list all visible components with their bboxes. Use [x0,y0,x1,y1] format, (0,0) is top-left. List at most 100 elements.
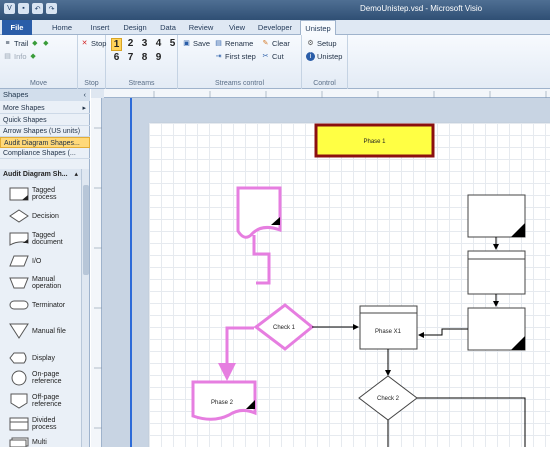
arrow-left-icon: ◆ [32,40,38,47]
tab-review[interactable]: Review [186,20,216,35]
tab-developer[interactable]: Developer [255,20,295,35]
shape-off-page-reference[interactable]: Off-page reference [0,391,81,411]
clear-button[interactable]: ✎ Clear [261,39,290,48]
check-2-decision[interactable]: Check 2 [358,375,418,421]
scissors-icon: ✂ [262,53,269,60]
shape-multi[interactable]: Multi [0,437,81,447]
check-1-decision[interactable]: Check 1 [253,303,315,351]
shape-tagged-process[interactable]: Tagged process [0,184,81,204]
first-step-button[interactable]: ⇥ First step [214,52,256,61]
connector-check2-right[interactable] [417,397,526,447]
stencil-audit-diagram[interactable]: Audit Diagram Shapes... [0,137,90,148]
stream-3-button[interactable]: 3 [139,38,150,49]
stencil-quick-shapes[interactable]: Quick Shapes [0,115,90,126]
first-step-icon: ⇥ [215,53,222,60]
stop-icon: ✕ [81,40,88,47]
tab-unistep[interactable]: Unistep [300,20,336,36]
io-icon [9,255,29,267]
shapes-pane: Shapes ‹ More Shapes ▸ Quick Shapes Arro… [0,89,90,447]
connector-check1-to-phase2[interactable] [218,326,254,381]
decision-icon [9,209,29,223]
shape-divided-process[interactable]: Divided process [0,414,81,434]
unistep-button[interactable]: i Unistep [306,52,342,61]
undo-icon[interactable]: ↶ [32,3,43,14]
tab-insert[interactable]: Insert [86,20,114,35]
phase-x1-process[interactable]: Phase X1 [359,305,418,350]
horizontal-ruler-ticks [153,91,547,98]
arrow-right-icon: ◆ [43,40,49,47]
stream-2-button[interactable]: 2 [125,38,136,49]
stream-4-button[interactable]: 4 [153,38,164,49]
phase-x1-label: Phase X1 [375,329,402,335]
stencil-compliance[interactable]: Compliance Shapes (... [0,148,90,159]
shape-terminator[interactable]: Terminator [0,298,81,312]
stream-1-button[interactable]: 1 [111,38,122,51]
phase-1-label: Phase 1 [363,139,386,145]
drawing-canvas[interactable]: Phase 1 Check 1 Phase 2 Phase X1 Check 2 [102,98,550,447]
trail-button[interactable]: ≡ Trail ◆ ◆ [3,39,50,48]
setup-button[interactable]: ⚙ Setup [306,39,336,48]
shape-display[interactable]: Display [0,351,81,365]
shape-decision[interactable]: Decision [0,209,81,223]
stream-9-button[interactable]: 9 [153,52,164,63]
drawing-page[interactable]: Phase 1 Check 1 Phase 2 Phase X1 Check 2 [149,123,550,447]
right-tagged-process-bottom[interactable] [467,307,526,351]
right-divided-process[interactable] [467,250,526,295]
shape-on-page-reference[interactable]: On-page reference [0,368,81,388]
trail-icon: ≡ [5,40,10,47]
connector-right-to-phasex1[interactable] [418,328,468,338]
ruler-corner [91,89,104,98]
save-stream-button[interactable]: ▣ Save [182,39,210,48]
shape-manual-operation[interactable]: Manual operation [0,273,81,293]
ribbon-tabs: File Home Insert Design Data Review View… [0,20,550,36]
stream-7-button[interactable]: 7 [125,52,136,63]
scroll-up-icon[interactable]: ▴ [74,169,78,180]
shape-manual-file[interactable]: Manual file [0,321,81,341]
window-title: DemoUnistep.vsd - Microsoft Visio [360,4,483,13]
eraser-icon: ✎ [262,40,269,47]
right-tagged-process-top[interactable] [467,194,526,238]
cut-button[interactable]: ✂ Cut [261,52,284,61]
tagged-document-highlighted[interactable] [236,186,282,239]
shape-io[interactable]: I/O [0,254,81,268]
rename-icon: ▤ [215,40,222,47]
info-icon: ▤ [4,53,11,60]
floppy-icon: ▣ [183,40,190,47]
manual-file-icon [9,323,29,339]
horizontal-ruler[interactable] [104,89,550,98]
stream-8-button[interactable]: 8 [139,52,150,63]
info-circle-icon: i [306,52,315,61]
tab-home[interactable]: Home [48,20,76,35]
rename-button[interactable]: ▤ Rename [214,39,253,48]
redo-icon[interactable]: ↷ [46,3,57,14]
shapes-pane-header: Shapes ‹ [0,89,90,101]
shape-tagged-document[interactable]: Tagged document [0,229,81,249]
chevron-right-icon: ▸ [82,105,86,112]
vertical-ruler[interactable] [91,98,102,447]
streams-control-group-label: Streams control [214,80,265,87]
stream-5-button[interactable]: 5 [167,38,178,49]
info-button[interactable]: ▤ Info ◆ [3,52,38,61]
tab-data[interactable]: Data [157,20,179,35]
guide-line[interactable] [130,98,132,447]
step-forward-icon: ◆ [30,53,36,60]
shapes-scrollbar-thumb[interactable] [83,185,89,275]
ribbon: ≡ Trail ◆ ◆ ▤ Info ◆ Move ✕ Stop Stop 1 … [0,35,550,89]
stream-6-button[interactable]: 6 [111,52,122,63]
tab-file[interactable]: File [2,20,32,35]
tab-view[interactable]: View [224,20,250,35]
check-2-label: Check 2 [377,396,400,402]
connector-doc-to-check1[interactable] [252,235,271,285]
collapse-icon[interactable]: ‹ [84,89,87,101]
shapes-scrollbar[interactable] [81,169,89,447]
stop-button[interactable]: ✕ Stop [80,39,107,48]
tab-design[interactable]: Design [120,20,150,35]
manual-operation-icon [9,277,29,289]
save-icon[interactable]: ▪ [18,3,29,14]
off-page-reference-icon [10,393,28,409]
phase-2-document[interactable]: Phase 2 [191,380,257,421]
tagged-document-icon [9,232,29,246]
more-shapes-item[interactable]: More Shapes ▸ [0,103,90,114]
stencil-arrow-shapes[interactable]: Arrow Shapes (US units) [0,126,90,137]
phase-1-header-shape[interactable]: Phase 1 [314,123,435,158]
